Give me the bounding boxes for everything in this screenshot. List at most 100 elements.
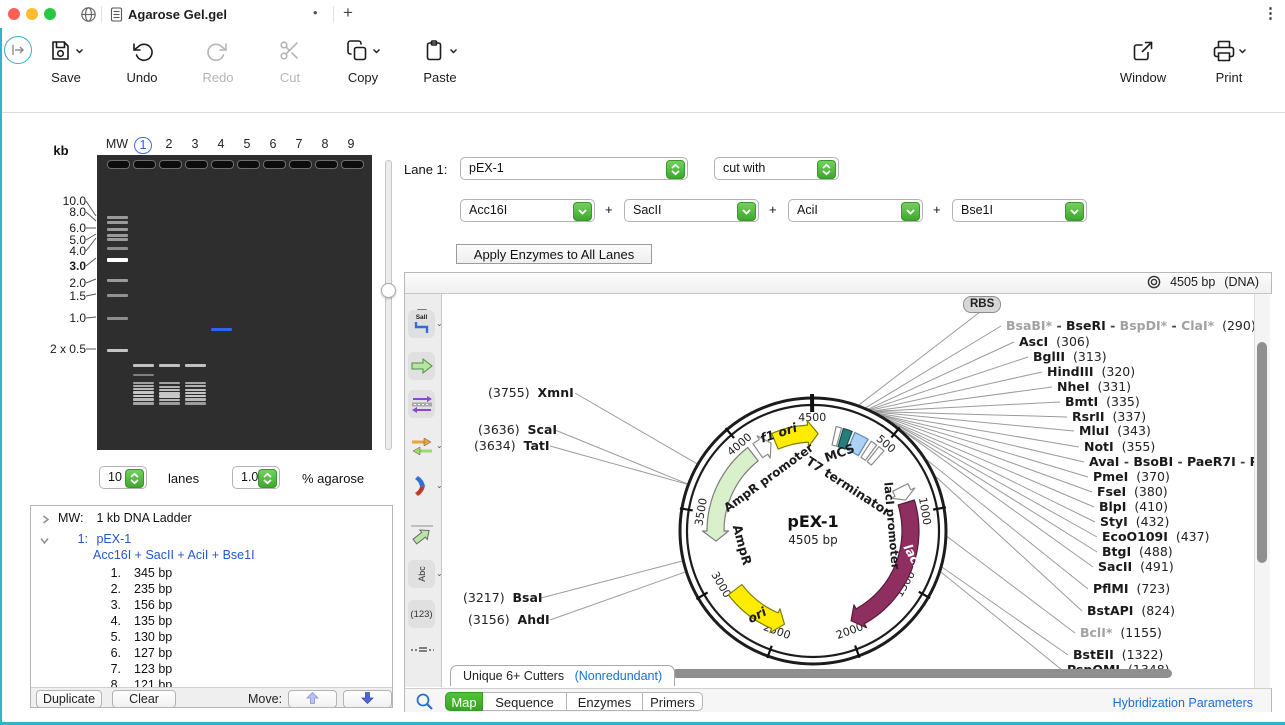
view-tab-primers[interactable]: Primers (643, 692, 703, 711)
search-icon[interactable] (415, 692, 434, 711)
enzyme-site-label[interactable]: BmtI (335) (1065, 394, 1140, 409)
chevron-down-icon[interactable] (40, 536, 49, 545)
enzyme-site-label[interactable]: AvaI - BsoBI - PaeR7I - Ps (1089, 454, 1266, 469)
lane-header-5[interactable]: 5 (234, 137, 260, 151)
enzyme-site-label[interactable]: (3634) TatI (474, 438, 550, 453)
lane-header-2[interactable]: 2 (156, 137, 182, 151)
gel-zoom-slider-track[interactable] (385, 160, 392, 450)
lanes-stepper[interactable]: 10 (99, 466, 147, 489)
view-tab-enzymes[interactable]: Enzymes (567, 692, 643, 711)
show-gc-content-button[interactable] (408, 472, 435, 500)
enzyme-dropdown-Bse1I[interactable]: Bse1I (952, 199, 1087, 222)
duplicate-button[interactable]: Duplicate (36, 690, 102, 708)
chevron-right-icon[interactable] (41, 515, 50, 524)
tab-document-title[interactable]: Agarose Gel.gel (128, 7, 227, 22)
enzyme-site-label[interactable]: MluI (343) (1079, 423, 1151, 438)
agarose-stepper[interactable]: 1.0 (232, 466, 280, 489)
new-tab-button[interactable]: + (343, 3, 353, 23)
enzyme-site-label[interactable]: BstEII (1322) (1073, 647, 1163, 662)
gel-zoom-slider-thumb[interactable] (381, 283, 396, 298)
enzyme-site-label[interactable]: HindIII (320) (1047, 364, 1135, 379)
move-down-button[interactable] (343, 690, 392, 708)
enzyme-site-label[interactable]: BglII (313) (1033, 349, 1107, 364)
annotate-feature-button[interactable] (408, 522, 435, 550)
fragment-row[interactable]: 7.123 bp (101, 662, 172, 676)
cut-with-dropdown[interactable]: cut with (714, 157, 839, 180)
lane-header-7[interactable]: 7 (286, 137, 312, 151)
lane-header-MW[interactable]: MW (104, 137, 130, 151)
show-primers-button[interactable] (408, 390, 435, 418)
clear-button[interactable]: Clear (112, 690, 176, 708)
position-labels-button[interactable]: (123) (408, 600, 435, 628)
lane-header-4[interactable]: 4 (208, 137, 234, 151)
enzyme-site-label[interactable]: (3156) AhdI (468, 612, 550, 627)
lane1-template-dropdown[interactable]: pEX-1 (460, 157, 688, 180)
close-window-button[interactable] (8, 8, 20, 20)
lane-header-9[interactable]: 9 (338, 137, 364, 151)
stepper-buttons-icon[interactable] (258, 469, 277, 488)
lane-header-1[interactable]: 1 (130, 137, 156, 154)
enzyme-site-label[interactable]: (3217) BsaI (463, 590, 543, 605)
enzyme-site-label[interactable]: (3636) ScaI (478, 422, 557, 437)
minimize-window-button[interactable] (26, 8, 38, 20)
map-horizontal-scrollbar[interactable] (668, 668, 1258, 680)
lane-header-3[interactable]: 3 (182, 137, 208, 151)
zoom-window-button[interactable] (44, 8, 56, 20)
hscroll-thumb[interactable] (672, 669, 1172, 678)
enzyme-site-label[interactable]: BsaBI* - BseRI - BspDI* - ClaI* (290) (1006, 318, 1256, 333)
window-button[interactable]: Window (1105, 36, 1181, 106)
enzyme-dropdown-AciI[interactable]: AciI (788, 199, 923, 222)
save-button[interactable]: Save (28, 36, 104, 106)
lane-header-6[interactable]: 6 (260, 137, 286, 151)
undo-button[interactable]: Undo (104, 36, 180, 106)
enzyme-site-label[interactable]: BtgI (488) (1102, 544, 1173, 559)
copy-button[interactable]: Copy (325, 36, 401, 106)
fragment-row[interactable]: 2.235 bp (101, 582, 172, 596)
enzyme-site-label[interactable]: BstAPI (824) (1087, 603, 1175, 618)
map-vertical-scrollbar[interactable] (1254, 294, 1270, 688)
enzyme-site-label[interactable]: NheI (331) (1057, 379, 1131, 394)
lane-header-8[interactable]: 8 (312, 137, 338, 151)
enzyme-dropdown-Acc16I[interactable]: Acc16I (460, 199, 595, 222)
lane1-enzymes-line[interactable]: Acc16I + SacII + AciI + Bse1I (93, 548, 255, 562)
cutters-filter-tab[interactable]: Unique 6+ Cutters (Nonredundant) (450, 665, 675, 686)
enzyme-site-label[interactable]: (3755) XmnI (488, 385, 574, 400)
enzyme-site-label[interactable]: RsrII (337) (1072, 409, 1146, 424)
apply-enzymes-button[interactable]: Apply Enzymes to All Lanes (456, 244, 652, 264)
fragment-row[interactable]: 3.156 bp (101, 598, 172, 612)
enzyme-site-label[interactable]: StyI (432) (1100, 514, 1169, 529)
enzyme-site-label[interactable]: SacII (491) (1098, 559, 1174, 574)
show-enzymes-button[interactable]: SalI (408, 310, 435, 338)
print-button[interactable]: Print (1191, 36, 1267, 106)
list-item-mw-ladder[interactable]: MW: 1 kb DNA Ladder (58, 511, 192, 525)
paste-button[interactable]: Paste (402, 36, 478, 106)
fragment-row[interactable]: 6.127 bp (101, 646, 172, 660)
nonredundant-link[interactable]: (Nonredundant) (575, 669, 663, 683)
move-up-button[interactable] (288, 690, 337, 708)
view-tab-map[interactable]: Map (445, 692, 483, 711)
show-orfs-button[interactable] (408, 432, 435, 460)
highlighted-band[interactable] (211, 328, 232, 331)
enzyme-site-label[interactable]: BlpI (410) (1099, 499, 1168, 514)
enzyme-site-label[interactable]: BclI* (1155) (1080, 625, 1162, 640)
enzyme-site-label[interactable]: FseI (380) (1097, 484, 1168, 499)
enzyme-site-label[interactable]: AscI (306) (1019, 334, 1090, 349)
show-features-button[interactable] (408, 352, 435, 380)
stepper-buttons-icon[interactable] (125, 469, 144, 488)
hybridization-parameters-link[interactable]: Hybridization Parameters (1113, 696, 1253, 710)
list-item-lane1-sample[interactable]: 1: pEX-1 (58, 532, 131, 546)
enzyme-dropdown-SacII[interactable]: SacII (624, 199, 759, 222)
enzyme-site-label[interactable]: NotI (355) (1084, 439, 1155, 454)
fragment-row[interactable]: 4.135 bp (101, 614, 172, 628)
vscroll-thumb[interactable] (1257, 342, 1267, 563)
enzyme-site-label[interactable]: PmeI (370) (1093, 469, 1170, 484)
enzyme-site-label[interactable]: PflMI (723) (1093, 581, 1170, 596)
text-labels-button[interactable]: Abc (408, 560, 435, 588)
view-tab-sequence[interactable]: Sequence (483, 692, 567, 711)
overflow-menu-button[interactable]: ⋮ (1263, 4, 1278, 22)
expand-sidebar-button[interactable] (4, 36, 32, 64)
tick-marks-button[interactable] (408, 638, 435, 666)
enzyme-site-label[interactable]: EcoO109I (437) (1102, 529, 1209, 544)
fragment-row[interactable]: 1.345 bp (101, 566, 172, 580)
fragment-row[interactable]: 5.130 bp (101, 630, 172, 644)
